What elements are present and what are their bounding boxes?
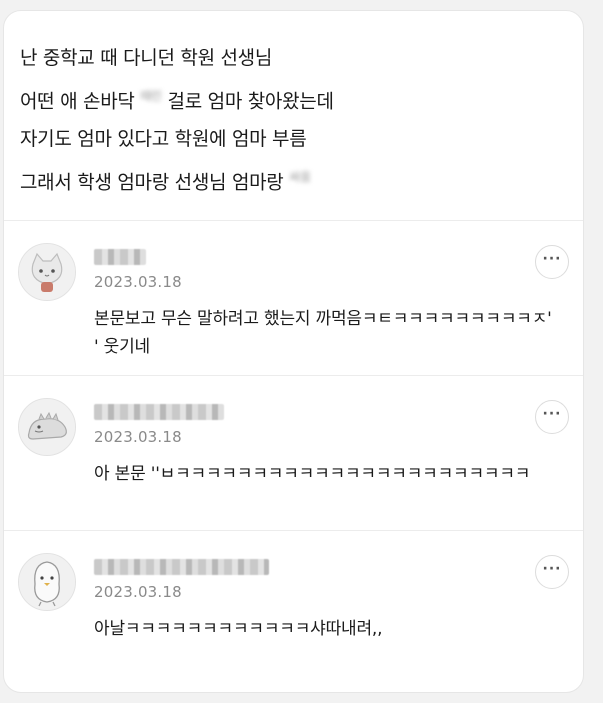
dinosaur-icon <box>19 399 75 455</box>
avatar[interactable] <box>18 553 76 611</box>
post-body: 난 중학교 때 다니던 학원 선생님 어떤 애 손바닥 때린 걸로 엄마 찾아왔… <box>4 11 583 221</box>
penguin-icon <box>19 554 75 610</box>
comment-date: 2023.03.18 <box>94 583 182 601</box>
comment-text: 아 본문 ''ㅂㅋㅋㅋㅋㅋㅋㅋㅋㅋㅋㅋㅋㅋㅋㅋㅋㅋㅋㅋㅋㅋㅋㅋ <box>94 464 531 484</box>
censored-text: 때린 <box>140 89 162 103</box>
avatar[interactable] <box>18 243 76 301</box>
cat-icon <box>19 244 75 300</box>
comment-item: 2023.03.18 ··· 아날ㅋㅋㅋㅋㅋㅋㅋㅋㅋㅋㅋㅋ샤따내려,, <box>4 531 583 692</box>
more-icon: ··· <box>542 406 562 422</box>
post-line-1: 난 중학교 때 다니던 학원 선생님 <box>20 47 273 69</box>
more-options-button[interactable]: ··· <box>535 400 569 434</box>
comment-item: 2023.03.18 ··· 본문보고 무슨 말하려고 했는지 까먹음ㅋㅌㅋㅋㅋ… <box>4 221 583 376</box>
username-blurred[interactable] <box>94 559 269 575</box>
comment-text: 아날ㅋㅋㅋㅋㅋㅋㅋㅋㅋㅋㅋㅋ샤따내려,, <box>94 619 383 639</box>
username-blurred[interactable] <box>94 249 146 265</box>
post-line-2-tail: 걸로 엄마 찾아왔는데 <box>161 90 334 113</box>
more-options-button[interactable]: ··· <box>535 555 569 589</box>
comment-meta: 2023.03.18 <box>94 243 567 291</box>
comment-meta: 2023.03.18 <box>94 398 567 446</box>
username-blurred[interactable] <box>94 404 224 420</box>
more-icon: ··· <box>542 561 562 577</box>
comment-text: 본문보고 무슨 말하려고 했는지 까먹음ㅋㅌㅋㅋㅋㅋㅋㅋㅋㅋㅋㅈ' ' 웃기네 <box>94 309 552 357</box>
comment-meta: 2023.03.18 <box>94 553 567 601</box>
post-line-3: 자기도 엄마 있다고 학원에 엄마 부름 <box>20 128 307 151</box>
comment-item: 2023.03.18 ··· 아 본문 ''ㅂㅋㅋㅋㅋㅋㅋㅋㅋㅋㅋㅋㅋㅋㅋㅋㅋㅋ… <box>4 376 583 531</box>
post-card: 난 중학교 때 다니던 학원 선생님 어떤 애 손바닥 때린 걸로 엄마 찾아왔… <box>3 10 584 693</box>
more-options-button[interactable]: ··· <box>535 245 569 279</box>
post-line-4-head: 그래서 학생 엄마랑 선생님 엄마랑 <box>20 171 290 194</box>
post-line-2: 어떤 애 손바닥 때린 걸로 엄마 찾아왔는데 <box>20 77 567 120</box>
post-line-2-head: 어떤 애 손바닥 <box>20 90 141 113</box>
avatar[interactable] <box>18 398 76 456</box>
post-line-4: 그래서 학생 엄마랑 선생님 엄마랑 싸움 <box>20 158 567 201</box>
more-icon: ··· <box>542 251 562 267</box>
comment-date: 2023.03.18 <box>94 428 182 446</box>
censored-text: 싸움 <box>289 170 311 185</box>
comment-date: 2023.03.18 <box>94 273 182 291</box>
